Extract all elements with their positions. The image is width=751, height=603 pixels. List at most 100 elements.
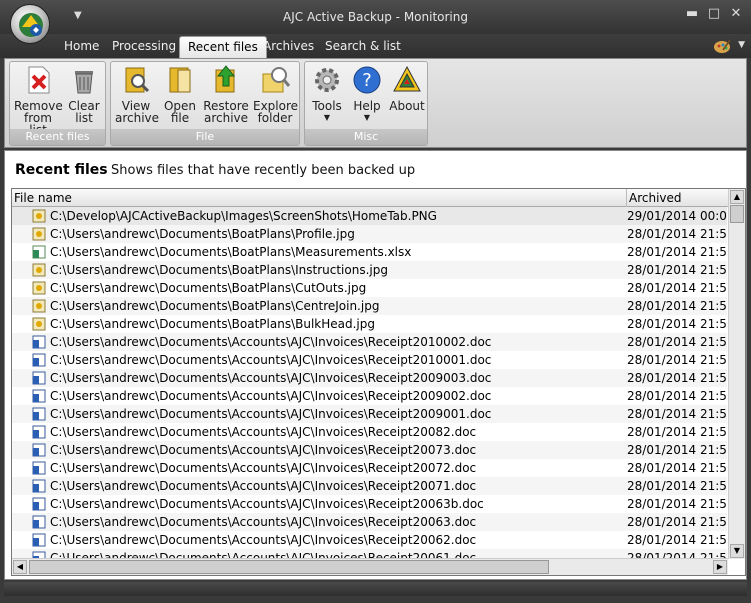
table-row[interactable]: C:\Users\andrewc\Documents\Accounts\AJC\… [12,387,727,405]
tab-search-list[interactable]: Search & list [317,36,409,58]
archived-date-cell: 28/01/2014 21:51:35 [627,407,727,421]
table-row[interactable]: C:\Users\andrewc\Documents\Accounts\AJC\… [12,495,727,513]
view-archive-button[interactable]: View archive [115,64,160,125]
table-row[interactable]: C:\Users\andrewc\Documents\Accounts\AJC\… [12,351,727,369]
image-file-icon [32,263,46,277]
file-name-cell: C:\Users\andrewc\Documents\Accounts\AJC\… [50,425,477,439]
group-recent-files: Remove from list Clear list Recent files [9,61,106,146]
restore-label-2: archive [203,111,249,125]
maximize-button[interactable]: □ [707,6,721,22]
table-row[interactable]: C:\Users\andrewc\Documents\Accounts\AJC\… [12,405,727,423]
file-name-cell: C:\Users\andrewc\Documents\Accounts\AJC\… [50,407,492,421]
recent-files-grid[interactable]: File name Archived C:\Develop\AJCActiveB… [11,188,746,576]
restore-archive-button[interactable]: Restore archive [203,64,249,124]
word-file-icon [32,407,46,421]
scroll-right-button[interactable]: ▶ [713,560,727,574]
column-header-archived[interactable]: Archived [626,189,726,207]
table-row[interactable]: C:\Users\andrewc\Documents\BoatPlans\Bul… [12,315,727,333]
tab-processing[interactable]: Processing [104,36,184,58]
scroll-down-button[interactable]: ▼ [730,544,744,558]
group-file: View archive Open file Restore archive E… [110,61,300,146]
open-file-button[interactable]: Open file [159,64,201,124]
archived-date-cell: 29/01/2014 00:01:39 [627,209,727,223]
clear-list-button[interactable]: Clear list [64,64,104,124]
archived-date-cell: 28/01/2014 21:51:35 [627,443,727,457]
table-row[interactable]: C:\Users\andrewc\Documents\Accounts\AJC\… [12,423,727,441]
file-name-cell: C:\Users\andrewc\Documents\Accounts\AJC\… [50,353,492,367]
image-file-icon [32,227,46,241]
ribbon: Remove from list Clear list Recent files [4,58,747,148]
file-name-cell: C:\Users\andrewc\Documents\BoatPlans\Ins… [50,263,388,277]
table-row[interactable]: C:\Users\andrewc\Documents\BoatPlans\Ins… [12,261,727,279]
status-bar [4,582,747,596]
archived-date-cell: 28/01/2014 21:51:39 [627,263,727,277]
app-window: ▼ AJC Active Backup - Monitoring ▬ □ ✕ H… [0,0,751,603]
file-name-cell: C:\Users\andrewc\Documents\Accounts\AJC\… [50,371,492,385]
image-file-icon [32,209,46,223]
horizontal-scroll-thumb[interactable] [29,560,549,574]
tools-button[interactable]: Tools ▼ [309,64,345,124]
ribbon-tab-bar: Home Processing Recent files Archives Se… [0,34,751,58]
palette-icon[interactable] [713,38,731,54]
table-row[interactable]: C:\Users\andrewc\Documents\Accounts\AJC\… [12,531,727,549]
tools-dropdown-arrow: ▼ [323,113,331,122]
scroll-left-button[interactable]: ◀ [13,560,27,574]
word-file-icon [32,479,46,493]
table-row[interactable]: C:\Users\andrewc\Documents\BoatPlans\Cut… [12,279,727,297]
minimize-button[interactable]: ▬ [685,6,699,22]
view-label-2: archive [115,111,160,125]
archived-date-cell: 28/01/2014 21:51:35 [627,479,727,493]
explore-folder-icon [262,67,291,93]
vertical-scrollbar[interactable]: ▲ ▼ [728,189,745,559]
word-file-icon [32,425,46,439]
horizontal-scrollbar[interactable]: ◀ ▶ [12,558,728,575]
remove-from-list-button[interactable]: Remove from list [14,64,63,136]
table-row[interactable]: C:\Users\andrewc\Documents\Accounts\AJC\… [12,477,727,495]
open-file-icon [169,67,191,93]
vertical-scroll-thumb[interactable] [730,205,744,223]
tab-home[interactable]: Home [56,36,107,58]
table-row[interactable]: C:\Users\andrewc\Documents\Accounts\AJC\… [12,333,727,351]
excel-file-icon [32,245,46,259]
table-row[interactable]: C:\Users\andrewc\Documents\Accounts\AJC\… [12,513,727,531]
explore-label-2: folder [257,111,293,125]
tab-archives[interactable]: Archives [255,36,322,58]
help-label: Help [353,99,381,113]
table-row[interactable]: C:\Users\andrewc\Documents\BoatPlans\Cen… [12,297,727,315]
restore-icon [215,65,236,93]
app-menu-button[interactable] [10,4,50,44]
word-file-icon [32,335,46,349]
help-button[interactable]: ? Help ▼ [349,64,385,124]
clear-label-2: list [75,111,93,125]
word-file-icon [32,515,46,529]
word-file-icon [32,533,46,547]
file-name-cell: C:\Users\andrewc\Documents\BoatPlans\Mea… [50,245,412,259]
word-file-icon [32,461,46,475]
table-row[interactable]: C:\Users\andrewc\Documents\BoatPlans\Mea… [12,243,727,261]
table-row[interactable]: C:\Users\andrewc\Documents\Accounts\AJC\… [12,441,727,459]
column-header-file-name[interactable]: File name [14,191,72,205]
gear-icon [315,68,339,92]
archived-date-cell: 28/01/2014 21:51:38 [627,299,727,313]
close-button[interactable]: ✕ [729,6,743,22]
table-row[interactable]: C:\Users\andrewc\Documents\Accounts\AJC\… [12,369,727,387]
scroll-up-button[interactable]: ▲ [730,190,744,204]
word-file-icon [32,389,46,403]
about-button[interactable]: About [389,64,425,112]
file-name-cell: C:\Users\andrewc\Documents\BoatPlans\Pro… [50,227,355,241]
archived-date-cell: 28/01/2014 21:51:39 [627,281,727,295]
file-name-cell: C:\Users\andrewc\Documents\BoatPlans\Bul… [50,317,375,331]
file-name-cell: C:\Users\andrewc\Documents\Accounts\AJC\… [50,533,477,547]
archived-date-cell: 28/01/2014 21:51:36 [627,335,727,349]
table-row[interactable]: C:\Users\andrewc\Documents\Accounts\AJC\… [12,459,727,477]
table-row[interactable]: C:\Develop\AJCActiveBackup\Images\Screen… [12,207,727,225]
explore-folder-button[interactable]: Explore folder [253,64,298,125]
help-dropdown-arrow: ▼ [363,113,371,122]
word-file-icon [32,371,46,385]
tab-recent-files[interactable]: Recent files [179,36,267,58]
archived-date-cell: 28/01/2014 21:51:35 [627,497,727,511]
chevron-down-icon[interactable]: ▼ [738,40,745,50]
file-name-cell: C:\Users\andrewc\Documents\Accounts\AJC\… [50,479,477,493]
grid-header: File name Archived [12,189,745,207]
table-row[interactable]: C:\Users\andrewc\Documents\BoatPlans\Pro… [12,225,727,243]
